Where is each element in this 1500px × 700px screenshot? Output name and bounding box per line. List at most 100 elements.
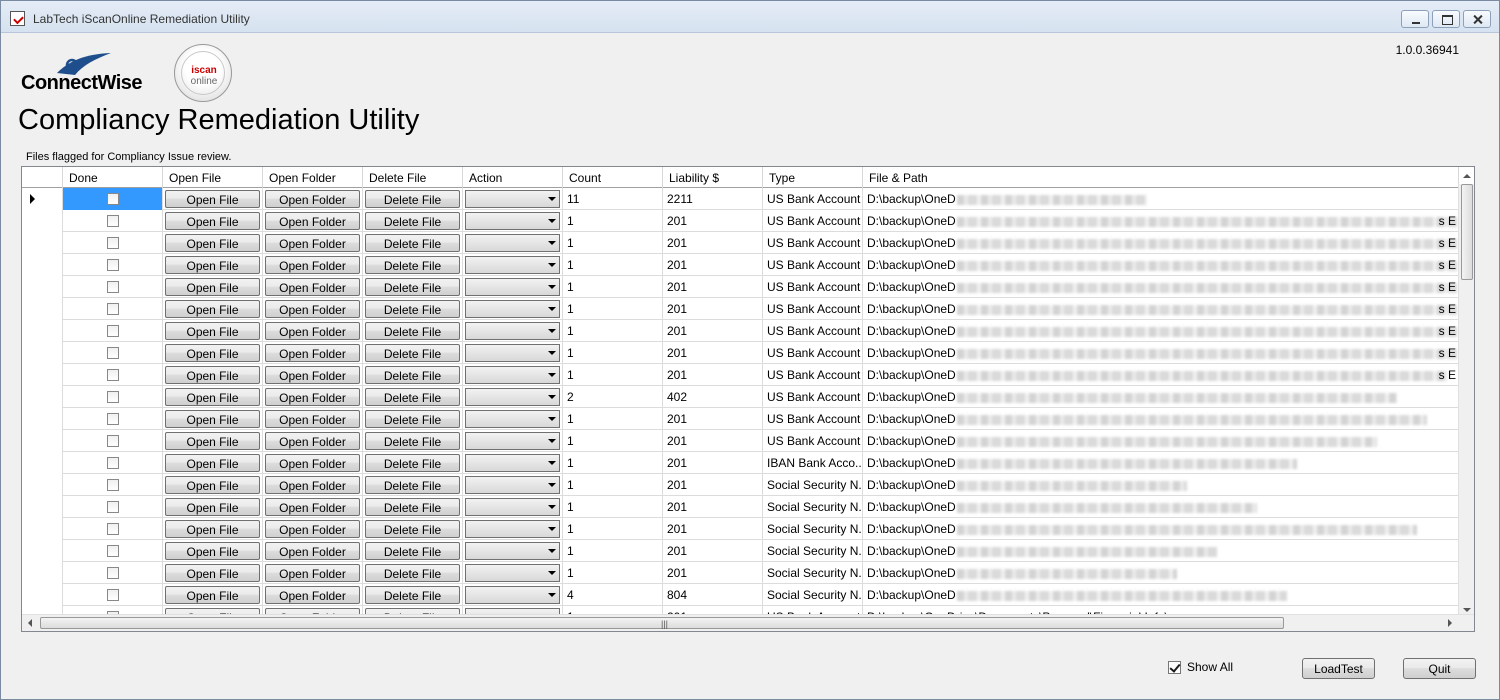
chevron-down-icon[interactable] — [545, 323, 559, 339]
done-checkbox[interactable] — [106, 523, 119, 535]
table-row[interactable]: Open File Open Folder Delete File 1 201 Socia… — [22, 540, 1459, 562]
open-folder-button[interactable]: Open Folder — [265, 498, 360, 516]
open-file-button[interactable]: Open File — [165, 300, 260, 318]
open-folder-button[interactable]: Open Folder — [265, 256, 360, 274]
delete-file-button[interactable]: Delete File — [365, 278, 460, 296]
table-row[interactable]: Open File Open Folder Delete File 1201US Ba… — [22, 210, 1459, 232]
done-checkbox[interactable] — [106, 369, 119, 381]
action-dropdown[interactable] — [465, 278, 560, 296]
action-dropdown[interactable] — [465, 234, 560, 252]
liability-cell[interactable]: 201 — [663, 562, 763, 584]
delete-file-button[interactable]: Delete File — [365, 234, 460, 252]
count-cell[interactable]: 1 — [563, 540, 663, 562]
chevron-down-icon[interactable] — [545, 521, 559, 537]
open-file-button[interactable]: Open File — [165, 190, 260, 208]
chevron-down-icon[interactable] — [545, 345, 559, 361]
done-checkbox[interactable] — [106, 259, 119, 271]
done-checkbox[interactable] — [106, 413, 119, 425]
open-folder-button[interactable]: Open Folder — [265, 344, 360, 362]
liability-cell[interactable]: 201 — [663, 320, 763, 342]
chevron-down-icon[interactable] — [545, 477, 559, 493]
count-cell[interactable]: 1 — [563, 210, 663, 232]
path-cell[interactable]: D:\backup\OneD — [863, 452, 1459, 474]
row-header[interactable] — [22, 584, 63, 606]
action-dropdown[interactable] — [465, 256, 560, 274]
open-folder-button[interactable]: Open Folder — [265, 190, 360, 208]
type-cell[interactable]: US Bank Account — [763, 254, 863, 276]
chevron-down-icon[interactable] — [545, 455, 559, 471]
done-checkbox[interactable] — [106, 215, 119, 227]
open-folder-button[interactable]: Open Folder — [265, 234, 360, 252]
done-checkbox[interactable] — [106, 479, 119, 491]
path-cell[interactable]: D:\backup\OneD s E — [863, 254, 1459, 276]
chevron-down-icon[interactable] — [545, 587, 559, 603]
action-dropdown[interactable] — [465, 498, 560, 516]
table-row[interactable]: Open File Open Folder Delete File 1201US Ba… — [22, 430, 1459, 452]
open-folder-button[interactable]: Open Folder — [265, 432, 360, 450]
liability-cell[interactable]: 201 — [663, 298, 763, 320]
type-cell[interactable]: US Bank Account — [763, 430, 863, 452]
liability-cell[interactable]: 201 — [663, 540, 763, 562]
scroll-left-icon[interactable] — [28, 619, 32, 627]
type-cell[interactable]: US Bank Account — [763, 342, 863, 364]
delete-file-button[interactable]: Delete File — [365, 586, 460, 604]
scroll-up-icon[interactable] — [1463, 174, 1471, 178]
table-row[interactable]: Open File Open Folder Delete File 11 2211 US … — [22, 188, 1459, 210]
open-folder-button[interactable]: Open Folder — [265, 300, 360, 318]
count-cell[interactable]: 1 — [563, 452, 663, 474]
chevron-down-icon[interactable] — [545, 257, 559, 273]
liability-cell[interactable]: 201 — [663, 430, 763, 452]
open-folder-button[interactable]: Open Folder — [265, 520, 360, 538]
liability-cell[interactable]: 201 — [663, 276, 763, 298]
action-dropdown[interactable] — [465, 476, 560, 494]
column-header-liability[interactable]: Liability $ — [663, 167, 763, 188]
open-file-button[interactable]: Open File — [165, 234, 260, 252]
row-header[interactable] — [22, 386, 63, 408]
action-dropdown[interactable] — [465, 586, 560, 604]
path-cell[interactable]: D:\backup\OneD s E — [863, 320, 1459, 342]
open-file-button[interactable]: Open File — [165, 520, 260, 538]
maximize-button[interactable] — [1432, 10, 1460, 28]
row-header[interactable] — [22, 298, 63, 320]
path-cell[interactable]: D:\backup\OneD s E — [863, 232, 1459, 254]
open-file-button[interactable]: Open File — [165, 498, 260, 516]
type-cell[interactable]: IBAN Bank Acco... — [763, 452, 863, 474]
chevron-down-icon[interactable] — [545, 565, 559, 581]
liability-cell[interactable]: 201 — [663, 408, 763, 430]
done-checkbox[interactable] — [106, 391, 119, 403]
open-folder-button[interactable]: Open Folder — [265, 212, 360, 230]
count-cell[interactable]: 1 — [563, 364, 663, 386]
open-file-button[interactable]: Open File — [165, 454, 260, 472]
open-folder-button[interactable]: Open Folder — [265, 388, 360, 406]
chevron-down-icon[interactable] — [545, 235, 559, 251]
vertical-scrollbar[interactable] — [1458, 174, 1474, 616]
action-dropdown[interactable] — [465, 212, 560, 230]
minimize-button[interactable] — [1401, 10, 1429, 28]
delete-file-button[interactable]: Delete File — [365, 322, 460, 340]
open-file-button[interactable]: Open File — [165, 410, 260, 428]
path-cell[interactable]: D:\backup\OneD — [863, 386, 1459, 408]
open-file-button[interactable]: Open File — [165, 388, 260, 406]
chevron-down-icon[interactable] — [545, 191, 559, 207]
path-cell[interactable]: D:\backup\OneD — [863, 518, 1459, 540]
action-dropdown[interactable] — [465, 520, 560, 538]
path-cell[interactable]: D:\backup\OneD — [863, 188, 1459, 210]
open-file-button[interactable]: Open File — [165, 344, 260, 362]
row-header[interactable] — [22, 496, 63, 518]
liability-cell[interactable]: 201 — [663, 496, 763, 518]
horizontal-scrollbar[interactable]: ||| — [22, 614, 1474, 631]
liability-cell[interactable]: 201 — [663, 364, 763, 386]
column-header-open-folder[interactable]: Open Folder — [263, 167, 363, 188]
action-dropdown[interactable] — [465, 564, 560, 582]
open-folder-button[interactable]: Open Folder — [265, 322, 360, 340]
chevron-down-icon[interactable] — [545, 411, 559, 427]
row-header[interactable] — [22, 232, 63, 254]
horizontal-scroll-thumb[interactable]: ||| — [40, 617, 1284, 629]
table-row[interactable]: Open File Open Folder Delete File 1201US Ba… — [22, 254, 1459, 276]
done-checkbox[interactable] — [106, 567, 119, 579]
row-header[interactable] — [22, 188, 63, 210]
action-dropdown[interactable] — [465, 322, 560, 340]
column-header-delete-file[interactable]: Delete File — [363, 167, 463, 188]
table-row[interactable]: Open File Open Folder Delete File 2 402 US Ba… — [22, 386, 1459, 408]
done-checkbox[interactable] — [106, 435, 119, 447]
